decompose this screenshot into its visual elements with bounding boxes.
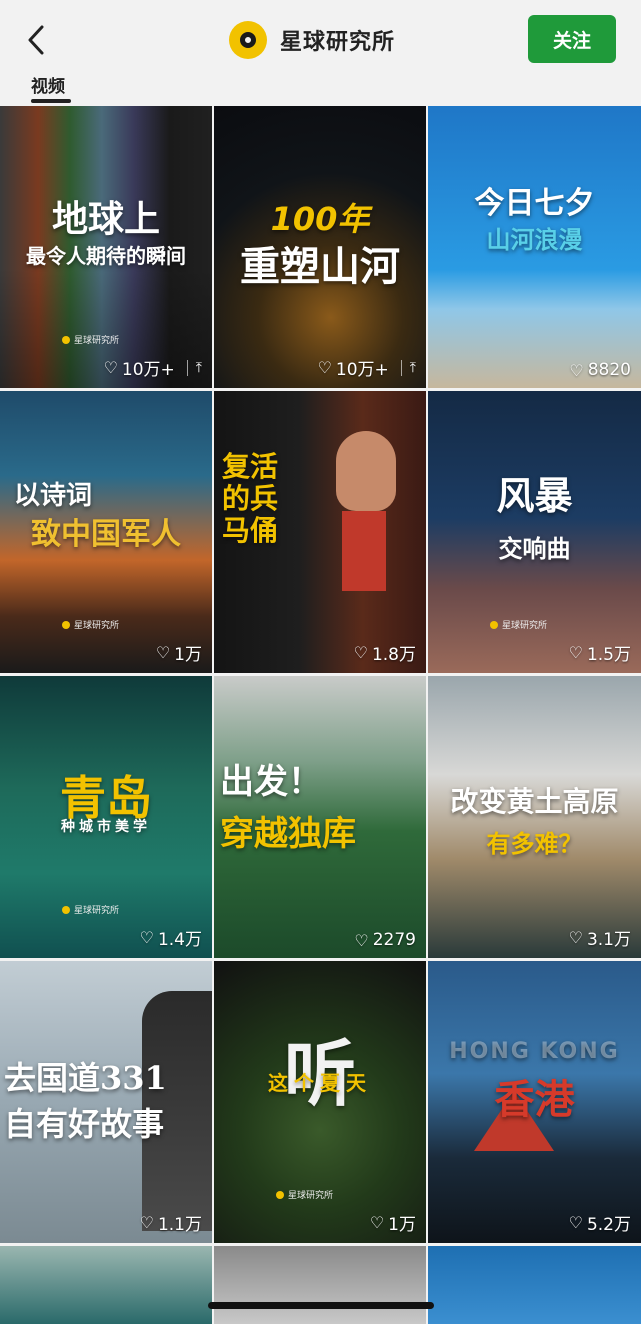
video-subtitle: 最令人期待的瞬间	[26, 244, 186, 268]
tab-underline	[31, 99, 71, 103]
video-card[interactable]: 青岛 种城市美学 星球研究所 ♡ 1.4万	[0, 676, 212, 958]
video-subtitle: 穿越独库	[220, 814, 356, 854]
back-button[interactable]	[18, 20, 54, 60]
follow-button[interactable]: 关注	[528, 15, 616, 63]
video-title: 出发！	[220, 762, 322, 802]
chevron-left-icon	[28, 25, 44, 55]
heart-icon: ♡	[139, 928, 154, 947]
like-count: ♡ 5.2万	[568, 1213, 631, 1235]
video-title: 地球上	[51, 198, 160, 240]
tab-video[interactable]: 视频	[31, 72, 65, 97]
brand-label: 星球研究所	[490, 618, 547, 631]
video-title: 香港	[494, 1077, 575, 1123]
planet-logo-icon	[276, 1190, 284, 1199]
video-card[interactable]: 今日七夕 山河浪漫 ♡ 8820	[428, 106, 641, 388]
video-subtitle: 致中国军人	[31, 517, 181, 552]
heart-icon: ♡	[568, 928, 583, 947]
video-title: 复活的兵马俑	[222, 450, 279, 548]
heart-icon: ♡	[139, 1213, 154, 1232]
video-subtitle: 有多难？	[486, 830, 583, 858]
video-card[interactable]: 出发！ 穿越独库 ♡ 2279	[214, 676, 426, 958]
brand-label: 星球研究所	[62, 333, 119, 346]
heart-icon: ♡	[103, 358, 118, 377]
video-title: 今日七夕	[474, 186, 595, 221]
planet-logo-icon	[62, 335, 70, 344]
channel-logo-icon[interactable]	[229, 21, 267, 59]
like-count: ♡ 1.4万	[139, 928, 202, 950]
pin-top-icon: ⤒	[400, 359, 416, 376]
pin-top-icon: ⤒	[186, 359, 202, 376]
video-card[interactable]: 地球上 最令人期待的瞬间 星球研究所 ♡ 10万+ ⤒	[0, 106, 212, 388]
video-subtitle: 自有好故事	[4, 1105, 165, 1143]
planet-logo-icon	[62, 905, 70, 914]
video-card[interactable]	[0, 1246, 212, 1324]
video-title: 改变黄土高原	[450, 785, 619, 818]
video-title: 以诗词	[14, 481, 93, 511]
brand-label: 星球研究所	[276, 1188, 333, 1201]
home-indicator[interactable]	[208, 1302, 434, 1309]
like-count: ♡ 1.5万	[568, 643, 631, 665]
video-card[interactable]: 改变黄土高原 有多难？ ♡ 3.1万	[428, 676, 641, 958]
video-card[interactable]: HONG KONG 香港 ♡ 5.2万	[428, 961, 641, 1243]
video-card[interactable]	[214, 1246, 426, 1324]
heart-icon: ♡	[569, 360, 584, 380]
video-subtitle: HONG KONG	[449, 1039, 620, 1064]
video-title: 风暴	[496, 473, 573, 518]
like-count: ♡ 8820	[569, 360, 631, 380]
heart-icon: ♡	[369, 1213, 385, 1232]
heart-icon: ♡	[353, 643, 368, 662]
channel-title[interactable]: 星球研究所	[280, 24, 395, 56]
like-count: ♡ 1.1万	[139, 1213, 202, 1235]
brand-label: 星球研究所	[62, 618, 119, 631]
video-subtitle: 种城市美学	[61, 819, 151, 835]
heart-icon: ♡	[317, 358, 332, 377]
heart-icon: ♡	[568, 1213, 583, 1232]
video-card[interactable]: 去国道331 自有好故事 ♡ 1.1万	[0, 961, 212, 1243]
like-count: ♡ 10万+ ⤒	[103, 358, 202, 380]
video-subtitle: 山河浪漫	[486, 226, 583, 254]
video-card[interactable]: 风暴 交响曲 星球研究所 ♡ 1.5万	[428, 391, 641, 673]
heart-icon: ♡	[155, 643, 171, 662]
video-subtitle: 重塑山河	[240, 243, 400, 290]
like-count: ♡ 1.8万	[353, 643, 416, 665]
video-card[interactable]: 100年 重塑山河 ♡ 10万+ ⤒	[214, 106, 426, 388]
like-count: ♡ 3.1万	[568, 928, 631, 950]
like-count: ♡ 2279	[354, 930, 416, 950]
video-subtitle: 这个夏天	[268, 1071, 372, 1095]
like-count: ♡ 10万+ ⤒	[317, 358, 416, 380]
video-title: 去国道331	[4, 1059, 167, 1097]
heart-icon: ♡	[568, 643, 583, 662]
video-card[interactable]: 复活的兵马俑 ♡ 1.8万	[214, 391, 426, 673]
video-card[interactable]: 以诗词 致中国军人 星球研究所 ♡ 1万	[0, 391, 212, 673]
planet-logo-icon	[62, 620, 70, 629]
heart-icon: ♡	[354, 930, 369, 950]
like-count: ♡ 1万	[155, 643, 202, 665]
video-card[interactable]	[428, 1246, 641, 1324]
top-bar: 星球研究所 关注 视频	[0, 0, 641, 105]
video-card[interactable]: 听 这个夏天 星球研究所 ♡ 1万	[214, 961, 426, 1243]
brand-label: 星球研究所	[62, 903, 119, 916]
planet-logo-icon	[490, 620, 498, 629]
video-subtitle: 交响曲	[498, 534, 571, 563]
like-count: ♡ 1万	[369, 1213, 416, 1235]
